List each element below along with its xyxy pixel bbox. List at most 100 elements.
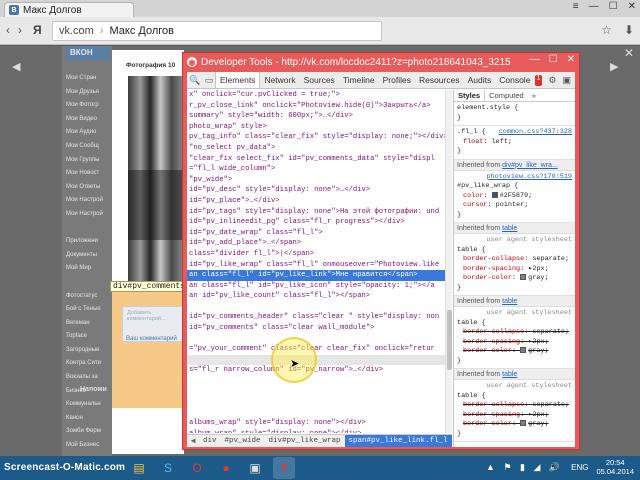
vk-menu-item[interactable]: Мои Стран bbox=[66, 72, 110, 86]
dom-node-line[interactable]: ="pv_your_comment" class="clear clear_fi… bbox=[187, 344, 452, 355]
rule-value[interactable]: ▸2px; bbox=[528, 338, 548, 346]
rule-prop[interactable]: border-color bbox=[457, 347, 512, 355]
dom-node-line[interactable]: "clear_fix select_fix" id="pv_comments_d… bbox=[187, 154, 452, 165]
dom-node-line[interactable]: albums_wrap" style="display: none"></div… bbox=[187, 418, 452, 429]
vk-menu-item[interactable]: Документы bbox=[66, 249, 110, 263]
rule-value[interactable]: left; bbox=[492, 138, 512, 146]
dom-node-line[interactable]: id="pv_comments_header" class="clear " s… bbox=[187, 312, 452, 323]
tab-profiles[interactable]: Profiles bbox=[379, 72, 415, 88]
dom-node-line[interactable]: r_pv_close_link" onclick="Photoview.hide… bbox=[187, 101, 452, 112]
dom-node-line[interactable]: id="pv_desc" style="display: none">…</di… bbox=[187, 185, 452, 196]
language-indicator[interactable]: ENG bbox=[571, 463, 588, 472]
rule-prop[interactable]: border-spacing bbox=[457, 265, 520, 273]
dom-node-line[interactable] bbox=[187, 354, 452, 366]
photo-prev-arrow-icon[interactable]: ◀ bbox=[12, 60, 20, 73]
photo-close-icon[interactable]: ✕ bbox=[624, 46, 634, 60]
dom-node-line[interactable]: summary" style="width: 600px;">…</div> bbox=[187, 111, 452, 122]
comment-link[interactable]: Ваш комментарий bbox=[126, 336, 177, 342]
dom-node-line[interactable]: "no_select pv_data"> bbox=[187, 143, 452, 154]
elements-dom-tree[interactable]: x" onclick="cur.pvClicked = true;"> r_pv_… bbox=[187, 90, 452, 433]
settings-gear-icon[interactable]: ⚙ bbox=[548, 75, 556, 86]
vk-menu-item[interactable]: Мои Настрой bbox=[66, 194, 110, 208]
yandex-logo-icon[interactable]: Я bbox=[33, 23, 42, 37]
vk-menu-item[interactable]: Зомби Ферм bbox=[66, 425, 110, 439]
file-explorer-icon[interactable]: ▤ bbox=[128, 457, 150, 479]
vk-menu-item[interactable]: Мои Настрой bbox=[66, 208, 110, 222]
rule-source-link[interactable]: common.css?437:328 bbox=[499, 128, 572, 138]
dom-node-line[interactable] bbox=[187, 387, 452, 398]
inherited-link[interactable]: table bbox=[502, 371, 517, 378]
dom-node-line[interactable]: id="pv_tags" style="display: none">На эт… bbox=[187, 207, 452, 218]
styles-subtab[interactable]: Styles bbox=[454, 90, 486, 101]
rule-prop[interactable]: border-collapse bbox=[457, 328, 524, 336]
skype-icon[interactable]: S bbox=[157, 457, 179, 479]
dom-node-line[interactable] bbox=[187, 302, 452, 313]
dom-node-line[interactable]: an class="fl_l" id="pv_like_icon" style=… bbox=[187, 281, 452, 292]
back-button[interactable]: ‹ bbox=[6, 23, 10, 37]
rule-prop[interactable]: border-collapse bbox=[457, 401, 524, 409]
inherited-link[interactable]: table bbox=[502, 225, 517, 232]
dom-node-line[interactable]: id="pv_date_wrap" class="fl_l"> bbox=[187, 228, 452, 239]
rule-fl-l[interactable]: .fl_l { common.css?437:328 float: left; … bbox=[454, 126, 575, 160]
rule-value[interactable]: ▸2px; bbox=[528, 411, 548, 419]
opera-icon[interactable]: O bbox=[186, 457, 208, 479]
rule-value[interactable]: ▸2px; bbox=[528, 265, 548, 273]
rule-value[interactable]: gray; bbox=[528, 420, 548, 428]
rule-value[interactable]: #2F5879; bbox=[500, 192, 533, 200]
dom-node-line[interactable]: id="pv_comments" class="clear wall_modul… bbox=[187, 323, 452, 334]
vk-menu-item[interactable] bbox=[66, 222, 110, 236]
device-mode-icon[interactable]: ▭ bbox=[203, 75, 215, 86]
minimize-button[interactable]: — bbox=[589, 1, 599, 12]
dom-node-line[interactable]: an class="fl_l" id="pv_like_link">Мне нр… bbox=[187, 270, 452, 281]
vk-menu-item[interactable]: Мои Группы bbox=[66, 154, 110, 168]
vk-menu-item[interactable]: Коммунальн bbox=[66, 398, 110, 412]
dom-node-line[interactable]: album_wrap" style="display: none"></div> bbox=[187, 429, 452, 433]
vk-menu-item[interactable]: Контра Сити bbox=[66, 357, 110, 371]
dom-node-line[interactable] bbox=[187, 376, 452, 387]
devtools-titlebar[interactable]: ◉ Developer Tools - http://vk.com/locdoc… bbox=[183, 53, 579, 71]
dom-node-line[interactable] bbox=[187, 334, 452, 345]
breadcrumb-item[interactable]: div#pv_like_wrap bbox=[265, 435, 345, 447]
tray-icons[interactable]: ▲ ⚑ ▮ ◢ 🔊 bbox=[486, 462, 563, 473]
vk-logo[interactable]: ВКОН bbox=[66, 46, 110, 60]
rule-value[interactable]: separate; bbox=[532, 401, 569, 409]
close-button[interactable]: ✕ bbox=[628, 1, 636, 12]
vk-menu-item[interactable]: Бой с Тенью bbox=[66, 303, 110, 317]
rule-prop[interactable]: border-collapse bbox=[457, 255, 524, 263]
dom-node-line[interactable]: id="pv_inlineedit_pg" class="fl_r progre… bbox=[187, 217, 452, 228]
maximize-button[interactable]: ☐ bbox=[609, 1, 618, 12]
vk-menu-item[interactable]: Мой Мир bbox=[66, 262, 110, 276]
rule-value[interactable]: gray; bbox=[528, 274, 548, 282]
vk-menu-item[interactable]: Вокзалы за bbox=[66, 371, 110, 385]
rule-value[interactable]: pointer; bbox=[496, 201, 529, 209]
vk-menu-item[interactable]: Мои Сообщ bbox=[66, 140, 110, 154]
dom-node-line[interactable]: pv_tag_info" class="clear_fix" style="di… bbox=[187, 132, 452, 143]
ua-table-rule[interactable]: user agent stylesheet table {border-colla… bbox=[454, 307, 575, 369]
dom-node-line[interactable]: an id="pv_like_count" class="fl_l"></spa… bbox=[187, 291, 452, 302]
rule-prop[interactable]: border-spacing bbox=[457, 411, 520, 419]
vk-menu-item[interactable]: Приложени bbox=[66, 235, 110, 249]
rule-prop[interactable]: float bbox=[457, 138, 483, 146]
dom-node-line[interactable]: id="pv_add_place">…</span> bbox=[187, 238, 452, 249]
breadcrumb-item[interactable]: div bbox=[199, 435, 221, 447]
dom-tree-scrollbar[interactable] bbox=[445, 90, 452, 433]
screen-recorder-icon[interactable]: ● bbox=[215, 457, 237, 479]
dom-node-line[interactable] bbox=[187, 397, 452, 408]
breadcrumb-back-icon[interactable]: ◀ bbox=[187, 436, 199, 446]
breadcrumb-item[interactable]: span#pv_like_link.fl_l bbox=[344, 435, 452, 447]
styles-subtab[interactable]: Computed bbox=[485, 90, 528, 101]
color-swatch-icon[interactable] bbox=[520, 420, 527, 427]
devtools-close-button[interactable]: ✕ bbox=[567, 54, 575, 65]
styles-more-chevron-icon[interactable]: » bbox=[528, 90, 540, 101]
breadcrumb-item[interactable]: #pv_wide bbox=[221, 435, 265, 447]
download-icon[interactable]: ⬇ bbox=[624, 23, 634, 37]
inherited-link[interactable]: div#pv_like_wra... bbox=[502, 162, 558, 169]
inherited-link[interactable]: table bbox=[502, 298, 517, 305]
inspect-search-icon[interactable]: 🔍 bbox=[189, 75, 201, 86]
vk-menu-item[interactable]: Вегеман bbox=[66, 317, 110, 331]
devtools-maximize-button[interactable]: ☐ bbox=[549, 54, 558, 65]
rule-pv-like-wrap[interactable]: photoview.css?170:519 #pv_like_wrap { co… bbox=[454, 171, 575, 223]
rule-value[interactable]: separate; bbox=[532, 255, 569, 263]
tab-sources[interactable]: Sources bbox=[300, 72, 339, 88]
element-style-block[interactable]: element.style { } bbox=[454, 102, 575, 126]
